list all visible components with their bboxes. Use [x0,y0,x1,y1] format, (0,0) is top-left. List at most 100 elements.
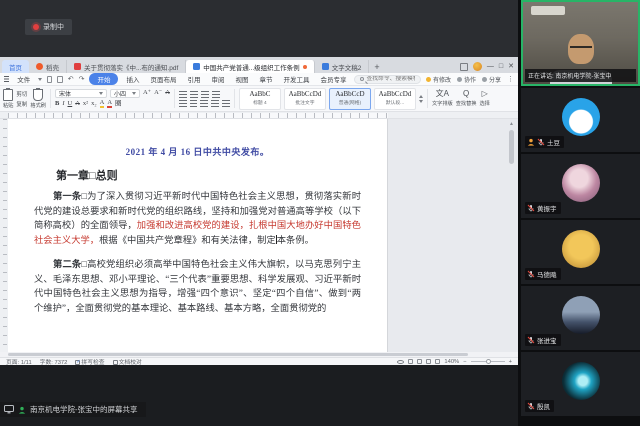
font-name-combo[interactable]: 宋体 [55,89,107,98]
horizontal-scrollbar[interactable] [0,352,518,357]
style-normal-grid[interactable]: AaBbCcD 普通(网格) [329,88,371,110]
participant-tile[interactable]: 黄振宇 [521,154,640,218]
view-mode-web-icon[interactable] [417,359,422,364]
font-size-combo[interactable]: 小四 [110,89,140,98]
chevron-down-icon[interactable] [38,78,42,81]
justify-icon[interactable] [211,100,219,107]
new-tab-button[interactable]: + [369,60,384,73]
menu-tab-insert[interactable]: 插入 [123,73,142,85]
tab-home[interactable]: 首页 [2,60,29,73]
scrollbar-thumb[interactable] [509,130,514,164]
menu-tab-dev-tools[interactable]: 开发工具 [280,73,312,85]
view-mode-outline-icon[interactable] [426,359,431,364]
style-heading4[interactable]: AaBbC 标题 4 [239,88,281,110]
participant-tile[interactable]: 殷凯 [521,352,640,416]
vertical-scrollbar[interactable]: ▲ [508,121,515,350]
zoom-slider[interactable] [471,361,505,362]
numbered-list-icon[interactable] [190,91,198,98]
modified-status[interactable]: 有修改 [426,75,451,84]
align-right-icon[interactable] [200,100,208,107]
underline-button[interactable]: U [68,101,73,108]
command-search-box[interactable] [354,75,421,84]
font-color-button[interactable]: A [107,100,112,109]
style-scroll-up-icon[interactable] [419,95,423,98]
collab-label: 协作 [464,75,476,84]
document-page[interactable]: 2021 年 4 月 16 日中共中央发布。 第一章□总则 第一条□为了深入贯彻… [8,119,388,352]
zoom-slider-knob[interactable] [486,359,491,364]
enclose-character-button[interactable]: 圈 [115,101,122,108]
paste-button[interactable]: 粘贴 [3,89,13,109]
scroll-up-icon[interactable]: ▲ [508,121,515,128]
participant-tile[interactable]: 张进宝 [521,286,640,350]
decrease-indent-icon[interactable] [201,91,209,98]
increase-indent-icon[interactable] [212,91,220,98]
horizontal-ruler[interactable] [0,112,518,119]
redo-icon[interactable]: ↷ [79,76,85,83]
checkbox-icon [113,360,118,365]
spell-check-toggle[interactable]: 拼写检查 [75,357,104,365]
zoom-out-button[interactable]: − [463,359,466,365]
strikethrough-button[interactable]: A [75,101,80,108]
style-scroll-down-icon[interactable] [419,100,423,103]
search-input[interactable] [366,76,415,82]
menu-tab-review[interactable]: 审阅 [208,73,227,85]
shrink-font-button[interactable]: A⁻ [154,90,162,97]
italic-button[interactable]: I [62,101,64,108]
select-cursor-icon: ▷ [482,90,488,98]
eye-protect-icon[interactable] [397,360,404,364]
tab-docer[interactable]: 稻壳 [29,60,67,73]
menu-tab-member[interactable]: 会员专享 [317,73,349,85]
highlight-color-button[interactable]: A [100,100,105,109]
format-painter-button[interactable]: 格式刷 [30,89,46,109]
tab-active-document[interactable]: 中国共产党普通...级组织工作条例 [186,60,314,73]
app-grid-icon[interactable] [460,63,468,71]
menu-tab-start[interactable]: 开始 [89,73,118,85]
style-default-paragraph[interactable]: AaBbCcDd 默认段... [374,88,416,110]
view-mode-page-icon[interactable] [408,359,413,364]
align-center-icon[interactable] [190,100,197,107]
more-icon[interactable]: ⋮ [507,76,514,83]
save-icon[interactable] [47,76,52,83]
recording-label: 录制中 [43,22,64,32]
bullet-list-icon[interactable] [179,91,187,98]
maximize-button[interactable]: □ [499,63,503,70]
participant-tile[interactable]: 马德飚 [521,220,640,284]
tab-pdf-document[interactable]: 关于贯彻落实《中...布的通知.pdf [67,60,186,73]
participant-tile[interactable]: 土豆 [521,88,640,152]
share-button[interactable]: 分享 [482,75,501,84]
find-replace-button[interactable]: Q 查找替换 [456,90,477,107]
style-comment-text[interactable]: AaBbCcDd 批注文字 [284,88,326,110]
collaborate-button[interactable]: 协作 [457,75,476,84]
cut-button[interactable]: 剪切 [16,90,27,98]
file-menu[interactable]: 文件 [14,73,33,85]
close-button[interactable]: ✕ [508,63,514,70]
clear-format-button[interactable]: A [165,90,170,97]
print-icon[interactable] [57,76,62,83]
menu-tab-page-layout[interactable]: 页面布局 [147,73,179,85]
word-count: 字数: 7372 [40,357,68,365]
text-layout-button[interactable]: 文A 文字排版 [432,90,453,107]
subscript-button[interactable]: x₂ [91,101,97,108]
align-left-icon[interactable] [179,100,187,107]
hscroll-thumb[interactable] [8,353,468,356]
tab-document-2[interactable]: 文字文稿2 [315,60,370,73]
zoom-level[interactable]: 140% [444,359,459,365]
grow-font-button[interactable]: A⁺ [143,90,151,97]
fullscreen-icon[interactable] [435,359,440,364]
line-spacing-icon[interactable] [222,100,230,107]
undo-icon[interactable]: ↶ [68,76,74,83]
select-button[interactable]: ▷ 选择 [479,90,489,107]
bold-button[interactable]: B [55,101,59,108]
superscript-button[interactable]: x² [83,101,88,108]
account-avatar[interactable] [473,62,482,71]
zoom-in-button[interactable]: + [509,359,512,365]
copy-button[interactable]: 复制 [16,100,27,108]
participant-video-tile[interactable]: 正在讲话: 南京机电学院-张宝中 [521,0,640,86]
menu-tab-references[interactable]: 引用 [184,73,203,85]
hamburger-icon[interactable] [4,76,9,82]
proofread-toggle[interactable]: 文档校对 [113,357,142,365]
minimize-button[interactable]: — [487,63,494,70]
menu-tab-section[interactable]: 章节 [256,73,275,85]
menu-tab-view[interactable]: 视图 [232,73,251,85]
vertical-ruler[interactable] [0,119,8,352]
